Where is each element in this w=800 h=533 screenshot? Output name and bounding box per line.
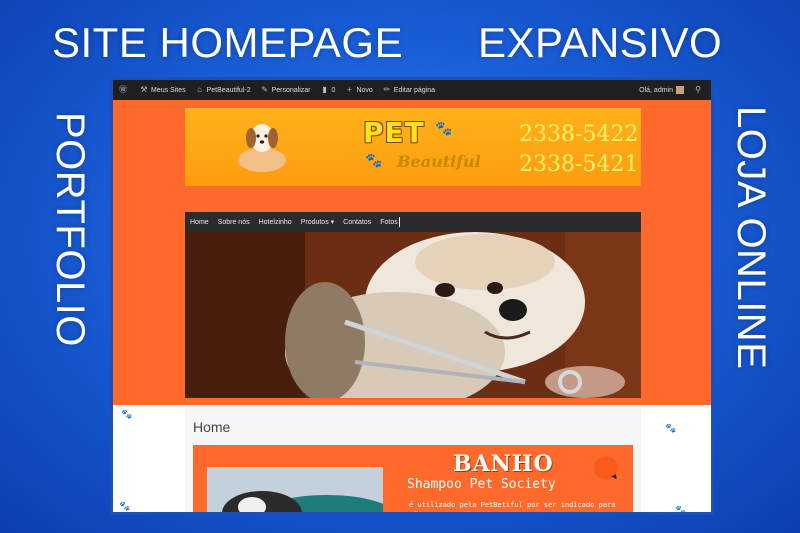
admin-bar-search[interactable]: ⚲ bbox=[694, 86, 705, 94]
main-content: Home BANHO Shampoo Pet Society é utiliza… bbox=[185, 405, 641, 515]
admin-bar-new[interactable]: + Novo bbox=[345, 85, 373, 94]
overlay-vertical-loja-online: LOJA ONLINE bbox=[729, 106, 773, 370]
nav-item-produtos[interactable]: Produtos ▾ bbox=[301, 218, 334, 226]
dog-logo-image bbox=[238, 124, 286, 172]
paw-icon: 🐾 bbox=[121, 409, 133, 419]
nav-item-fotos[interactable]: Fotos bbox=[380, 219, 398, 226]
wp-admin-bar: Ⓦ ⚒ Meus Sites ⌂ PetBeautiful-2 ✎ Personali… bbox=[113, 80, 711, 100]
admin-bar-greeting: Olá, admin bbox=[639, 86, 673, 94]
mouse-pointer-icon bbox=[611, 472, 619, 480]
admin-bar-label: Novo bbox=[356, 86, 373, 94]
admin-bar-label: 0 bbox=[331, 86, 336, 94]
admin-bar-site-name[interactable]: ⌂ PetBeautiful-2 bbox=[196, 85, 251, 94]
paw-icon: 🐾 bbox=[435, 120, 453, 136]
pencil-icon: ✏ bbox=[383, 85, 391, 94]
paw-icon: 🐾 bbox=[675, 505, 687, 515]
brand-pet-logo-text: PET bbox=[363, 116, 425, 149]
paw-icon: 🐾 bbox=[665, 423, 677, 433]
promo-subtitle: Shampoo Pet Society bbox=[407, 477, 556, 492]
dog-bath-photo bbox=[207, 467, 383, 512]
admin-bar-label: Editar página bbox=[393, 86, 436, 94]
admin-bar-my-sites[interactable]: ⚒ Meus Sites bbox=[140, 85, 186, 94]
paw-icon: 🐾 bbox=[365, 152, 383, 168]
search-icon: ⚲ bbox=[695, 85, 701, 94]
promo-dog-photo bbox=[207, 467, 383, 512]
phone-number-2: 2338-5421 bbox=[519, 152, 639, 177]
main-navigation: Home Sobre nós Hotelzinho Produtos ▾ Con… bbox=[185, 212, 641, 232]
page-content-area: 🐾 🐾 🐾 🐾 Home BANHO Shampoo Pet Society é… bbox=[113, 405, 711, 515]
admin-bar-label: Personalizar bbox=[271, 86, 311, 94]
promo-banner-banho[interactable]: BANHO Shampoo Pet Society é utilizado pe… bbox=[193, 445, 633, 515]
brush-icon: ✎ bbox=[261, 85, 268, 94]
overlay-title-expansivo: EXPANSIVO bbox=[478, 19, 723, 66]
promo-description: é utilizado pela PetBetiful por ser indi… bbox=[409, 501, 616, 515]
wrench-icon: ⚒ bbox=[140, 85, 148, 94]
avatar bbox=[676, 86, 684, 94]
admin-bar-edit-page[interactable]: ✏ Editar página bbox=[383, 86, 435, 94]
nav-item-home[interactable]: Home bbox=[190, 219, 209, 226]
admin-bar-label: PetBeautiful-2 bbox=[206, 86, 251, 94]
page-title: Home bbox=[193, 419, 231, 435]
nav-item-hotelzinho[interactable]: Hotelzinho bbox=[259, 219, 292, 226]
side-watermark-right: 🐾 🐾 bbox=[645, 405, 705, 515]
dog-grooming-photo bbox=[185, 232, 641, 398]
wp-logo-menu[interactable]: Ⓦ bbox=[119, 86, 130, 94]
side-watermark-left: 🐾 🐾 bbox=[117, 405, 177, 512]
nav-item-sobre-nos[interactable]: Sobre nós bbox=[218, 219, 250, 226]
dashboard-icon: ⌂ bbox=[197, 85, 203, 94]
overlay-title-site-homepage: SITE HOMEPAGE bbox=[52, 19, 404, 66]
promo-title: BANHO bbox=[453, 451, 554, 477]
text-cursor bbox=[398, 217, 400, 227]
nav-item-contatos[interactable]: Contatos bbox=[343, 219, 371, 226]
brand-name-logo-text: Beautiful bbox=[397, 152, 481, 171]
admin-bar-account[interactable]: Olá, admin bbox=[639, 86, 684, 94]
hero-image-dog-grooming bbox=[185, 232, 641, 398]
admin-bar-customize[interactable]: ✎ Personalizar bbox=[261, 85, 311, 94]
overlay-vertical-portfolio: PORTFOLIO bbox=[48, 112, 92, 347]
admin-bar-label: Meus Sites bbox=[151, 86, 186, 94]
plus-icon: + bbox=[347, 85, 352, 94]
paw-icon: 🐾 bbox=[119, 501, 131, 511]
wordpress-icon: Ⓦ bbox=[119, 85, 127, 94]
site-page: PET 🐾 🐾 Beautiful 2338-5422 2338-5421 Ho… bbox=[113, 100, 711, 515]
website-screenshot: Ⓦ ⚒ Meus Sites ⌂ PetBeautiful-2 ✎ Personali… bbox=[110, 77, 714, 515]
site-header-banner: PET 🐾 🐾 Beautiful 2338-5422 2338-5421 bbox=[185, 108, 641, 186]
admin-bar-comments[interactable]: ▮ 0 bbox=[321, 85, 336, 94]
comment-icon: ▮ bbox=[322, 85, 327, 94]
phone-number-1: 2338-5422 bbox=[519, 122, 639, 147]
